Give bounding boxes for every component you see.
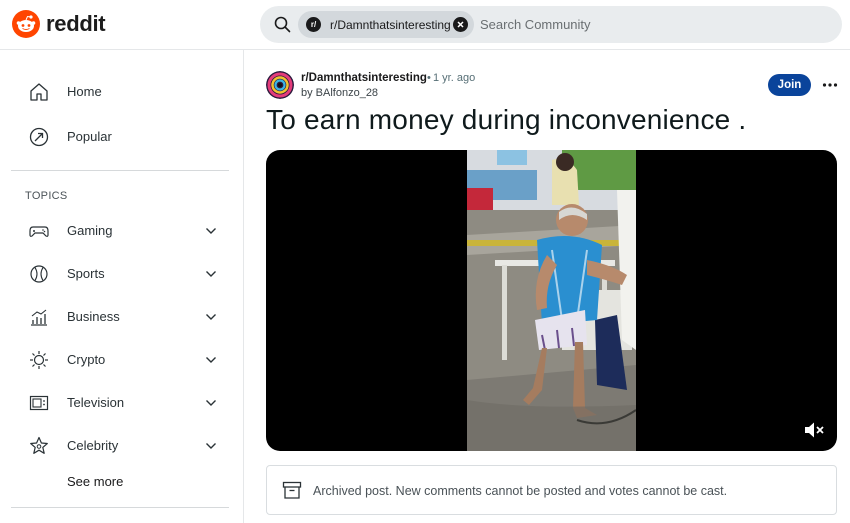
sidebar-item-label: Business: [67, 309, 120, 324]
sidebar-item-popular[interactable]: Popular: [16, 117, 228, 157]
sidebar-item-gaming[interactable]: Gaming: [16, 211, 228, 251]
top-bar: reddit r/ r/Damnthatsinteresting: [0, 0, 850, 50]
archive-icon: [282, 480, 302, 505]
left-sidebar: Home Popular TOPICS Gaming Sports Busine…: [0, 50, 244, 523]
sidebar-item-label: Popular: [67, 129, 112, 144]
home-icon: [28, 81, 50, 103]
subreddit-name-link[interactable]: r/Damnthatsinteresting: [301, 72, 427, 84]
crypto-icon: [28, 349, 50, 371]
sidebar-item-television[interactable]: Television: [16, 383, 228, 423]
post-container: r/Damnthatsinteresting • 1 yr. ago by BA…: [244, 50, 850, 523]
sidebar-divider: [11, 170, 229, 171]
gamepad-icon: [28, 220, 50, 242]
reddit-snoo-icon: [12, 10, 40, 38]
chevron-down-icon[interactable]: [204, 396, 218, 415]
subreddit-avatar[interactable]: [266, 71, 294, 99]
chevron-down-icon[interactable]: [204, 310, 218, 329]
see-more-link[interactable]: See more: [67, 474, 123, 489]
sidebar-item-sports[interactable]: Sports: [16, 254, 228, 294]
video-player[interactable]: [266, 150, 837, 451]
archived-text: Archived post. New comments cannot be po…: [313, 484, 728, 498]
video-frame: [467, 150, 636, 451]
close-icon[interactable]: [453, 17, 468, 32]
more-options-icon[interactable]: [821, 77, 839, 93]
post-title: To earn money during inconvenience .: [266, 104, 747, 135]
search-icon: [274, 16, 291, 38]
chart-icon: [28, 306, 50, 328]
sidebar-item-label: Celebrity: [67, 438, 119, 453]
ball-icon: [28, 263, 50, 285]
mute-icon[interactable]: [803, 420, 825, 440]
sidebar-item-label: Gaming: [67, 223, 113, 238]
post-timestamp: 1 yr. ago: [433, 72, 476, 84]
reddit-logo[interactable]: reddit: [12, 10, 106, 38]
community-chip-label: r/Damnthatsinteresting: [330, 18, 451, 32]
sidebar-item-label: Television: [67, 395, 125, 410]
chevron-down-icon[interactable]: [204, 224, 218, 243]
community-chip-avatar: r/: [306, 17, 321, 32]
sidebar-item-business[interactable]: Business: [16, 297, 228, 337]
community-filter-chip[interactable]: r/ r/Damnthatsinteresting: [298, 11, 474, 38]
post-author-link[interactable]: by BAlfonzo_28: [301, 87, 378, 99]
chevron-down-icon[interactable]: [204, 439, 218, 458]
search-input[interactable]: [480, 10, 820, 39]
chevron-down-icon[interactable]: [204, 267, 218, 286]
popular-icon: [28, 126, 50, 148]
sidebar-item-celebrity[interactable]: Celebrity: [16, 426, 228, 466]
sidebar-item-label: Sports: [67, 266, 105, 281]
tv-icon: [28, 392, 50, 414]
sidebar-item-crypto[interactable]: Crypto: [16, 340, 228, 380]
meta-separator: •: [427, 72, 431, 84]
chevron-down-icon[interactable]: [204, 353, 218, 372]
sidebar-divider: [11, 507, 229, 508]
archived-notice: Archived post. New comments cannot be po…: [266, 465, 837, 515]
star-icon: [28, 435, 50, 457]
logo-text: reddit: [46, 11, 106, 36]
sidebar-item-label: Crypto: [67, 352, 106, 367]
sidebar-item-home[interactable]: Home: [16, 72, 228, 112]
search-bar[interactable]: r/ r/Damnthatsinteresting: [260, 6, 842, 43]
sidebar-item-label: Home: [67, 84, 102, 99]
topics-heading: TOPICS: [25, 190, 68, 202]
join-button[interactable]: Join: [768, 74, 811, 96]
